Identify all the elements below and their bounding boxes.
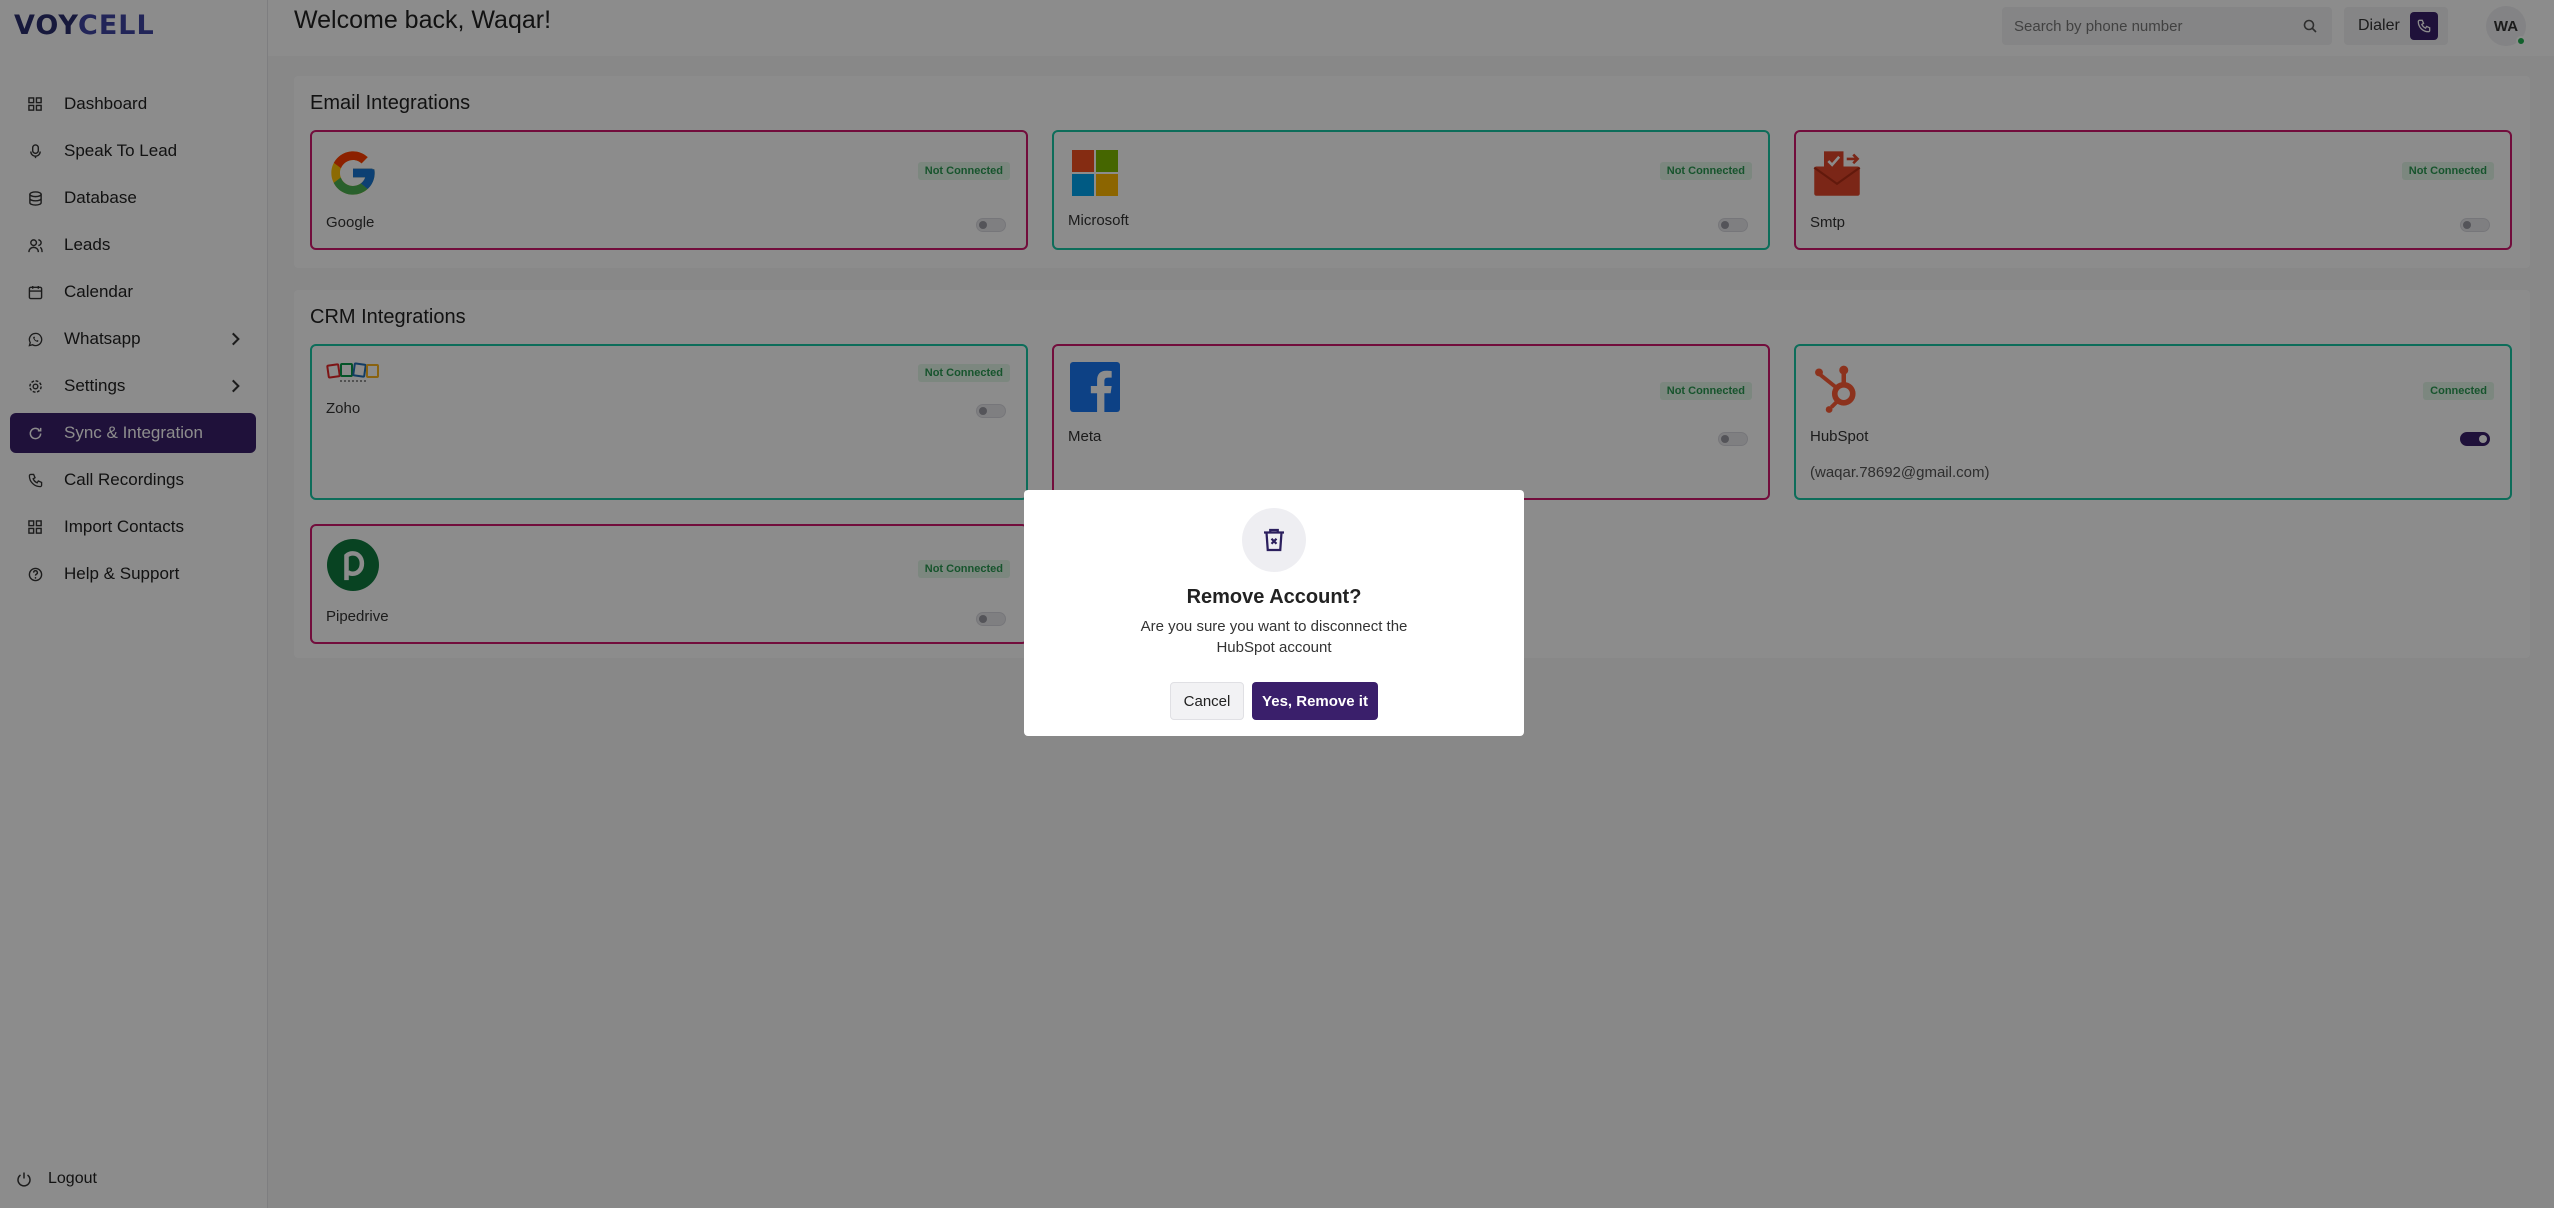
confirm-remove-button[interactable]: Yes, Remove it: [1252, 682, 1378, 720]
trash-icon: [1242, 508, 1306, 572]
cancel-button[interactable]: Cancel: [1170, 682, 1244, 720]
dialog-title: Remove Account?: [1186, 586, 1362, 608]
dialog-message: Are you sure you want to disconnect the …: [1140, 618, 1408, 656]
remove-account-dialog: Remove Account? Are you sure you want to…: [1024, 490, 1524, 736]
